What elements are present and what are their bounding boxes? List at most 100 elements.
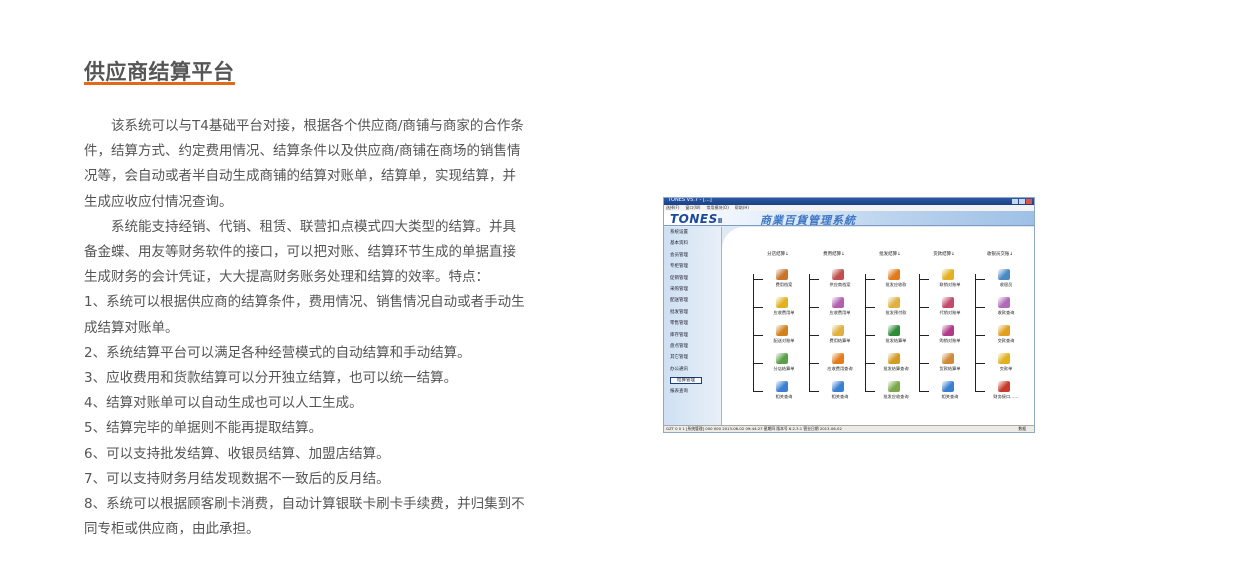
flow-node[interactable]: 分店结算单 bbox=[750, 353, 806, 379]
card-icon[interactable] bbox=[832, 297, 844, 308]
box-icon[interactable] bbox=[832, 353, 844, 364]
flow-node[interactable]: 应收费用单 bbox=[806, 297, 862, 323]
title-underline bbox=[84, 82, 235, 85]
sidebar-item[interactable]: 专柜管理 bbox=[664, 261, 721, 272]
sidebar-item[interactable]: 零售管理 bbox=[664, 318, 721, 329]
flow-connector-tick bbox=[865, 363, 875, 364]
flow-node[interactable]: 代销对账单 bbox=[916, 297, 972, 323]
flow-connector-tick bbox=[919, 335, 929, 336]
sidebar-item[interactable]: 促销管理 bbox=[664, 273, 721, 284]
stack-icon[interactable] bbox=[888, 381, 900, 392]
flow-connector-tick bbox=[975, 279, 985, 280]
flow-connector-tick bbox=[865, 279, 875, 280]
magnifier-icon[interactable] bbox=[776, 381, 788, 392]
sidebar-item[interactable]: 办公通讯 bbox=[664, 364, 721, 375]
pen-icon[interactable] bbox=[832, 325, 844, 336]
paragraph: 8、系统可以根据顾客刷卡消费，自动计算银联卡刷卡手续费，并归集到不同专柜或供应商… bbox=[84, 496, 525, 538]
flow-node-label: 收银员 bbox=[999, 282, 1013, 287]
flow-connector-tick bbox=[975, 391, 985, 392]
money-icon[interactable] bbox=[998, 353, 1010, 364]
chart-icon[interactable] bbox=[998, 297, 1010, 308]
flow-column: 批发结算↓ 批发应收款 批发预付款 批发结算单 批发结算查询 批发应收查询 bbox=[862, 251, 918, 399]
sidebar-item[interactable]: 系统设置 bbox=[664, 227, 721, 238]
flow-node[interactable]: 购销对账单 bbox=[916, 325, 972, 351]
statusbar-right: 数据 bbox=[1018, 426, 1026, 431]
flow-node[interactable]: 供应商档案 bbox=[806, 269, 862, 295]
flow-node[interactable]: 收银员 bbox=[972, 269, 1028, 295]
maximize-icon[interactable] bbox=[1019, 199, 1025, 204]
folder-icon[interactable] bbox=[776, 297, 788, 308]
magnifier-icon[interactable] bbox=[942, 381, 954, 392]
stack-icon[interactable] bbox=[888, 353, 900, 364]
sidebar-item-label: 批发管理 bbox=[670, 309, 688, 315]
flow-connector-tick bbox=[975, 363, 985, 364]
book-icon[interactable] bbox=[942, 297, 954, 308]
sidebar-item[interactable]: 采购管理 bbox=[664, 284, 721, 295]
flow-node[interactable]: 应收费用单 bbox=[750, 297, 806, 323]
flow-connector-tick bbox=[919, 307, 929, 308]
sidebar-item[interactable]: 库存管理 bbox=[664, 330, 721, 341]
flow-connector-tick bbox=[809, 335, 819, 336]
flow-node[interactable]: 交款单 bbox=[972, 353, 1028, 379]
flow-node-label: 供应商档案 bbox=[829, 282, 851, 287]
flow-node[interactable]: 交款查询 bbox=[972, 325, 1028, 351]
sidebar-item-label: 办公通讯 bbox=[670, 366, 688, 372]
close-icon[interactable] bbox=[1026, 199, 1032, 204]
flow-node[interactable]: 收款查询 bbox=[972, 297, 1028, 323]
flow-connector-tick bbox=[809, 307, 819, 308]
flow-node[interactable]: 货款结算单 bbox=[916, 353, 972, 379]
disc-icon[interactable] bbox=[888, 325, 900, 336]
sidebar-item[interactable]: 批发管理 bbox=[664, 307, 721, 318]
sidebar-item[interactable]: 会员管理 bbox=[664, 250, 721, 261]
flow-connector-tick bbox=[865, 307, 875, 308]
flow-node[interactable]: 批发结算单 bbox=[862, 325, 918, 351]
books-icon[interactable] bbox=[776, 269, 788, 280]
crate-icon[interactable] bbox=[776, 325, 788, 336]
people-icon[interactable] bbox=[832, 269, 844, 280]
flow-connector-tick bbox=[865, 391, 875, 392]
paragraph: 4、结算对账单可以自动生成也可以人工生成。 bbox=[84, 395, 363, 412]
sidebar-item[interactable]: 盘点管理 bbox=[664, 341, 721, 352]
cube-icon[interactable] bbox=[776, 353, 788, 364]
sidebar-item[interactable]: 结算管理 bbox=[664, 375, 721, 386]
article-body: 该系统可以与T4基础平台对接，根据各个供应商/商铺与商家的合作条件，结算方式、约… bbox=[84, 114, 529, 542]
users-icon[interactable] bbox=[998, 269, 1010, 280]
sidebar-item[interactable]: 配送管理 bbox=[664, 295, 721, 306]
flag-icon[interactable] bbox=[888, 269, 900, 280]
paragraph: 1、系统可以根据供应商的结算条件，费用情况、销售情况自动或者手动生成结算对账单。 bbox=[84, 294, 525, 336]
pen-icon[interactable] bbox=[888, 297, 900, 308]
book-icon[interactable] bbox=[942, 325, 954, 336]
flow-node-label: 批发应收款 bbox=[885, 282, 907, 287]
flow-connector-tick bbox=[865, 335, 875, 336]
hand-icon[interactable] bbox=[942, 353, 954, 364]
flow-connector-tick bbox=[753, 279, 763, 280]
flow-node[interactable]: 财务接口…… bbox=[972, 381, 1028, 407]
coins-icon[interactable] bbox=[942, 269, 954, 280]
flow-node[interactable]: 费用档案 bbox=[750, 269, 806, 295]
sidebar-item[interactable]: 报表查询 bbox=[664, 386, 721, 397]
flow-node[interactable]: 配送对账单 bbox=[750, 325, 806, 351]
minimize-icon[interactable] bbox=[1012, 199, 1018, 204]
flow-node[interactable]: 联销对账单 bbox=[916, 269, 972, 295]
sidebar-item[interactable]: 其它管理 bbox=[664, 352, 721, 363]
flow-node[interactable]: 批发应收款 bbox=[862, 269, 918, 295]
flow-node[interactable]: 相关查询 bbox=[916, 381, 972, 407]
flow-node[interactable]: 批发应收查询 bbox=[862, 381, 918, 407]
flow-node-label: 应收费用单 bbox=[829, 310, 851, 315]
sidebar-item-label: 促销管理 bbox=[670, 275, 688, 281]
magnifier-icon[interactable] bbox=[832, 381, 844, 392]
globe-icon[interactable] bbox=[998, 325, 1010, 336]
sidebar-item-label: 专柜管理 bbox=[670, 264, 688, 270]
flow-node[interactable]: 相关查询 bbox=[750, 381, 806, 407]
flow-node[interactable]: 应收费用查询 bbox=[806, 353, 862, 379]
flow-node-label: 批发预付款 bbox=[885, 310, 907, 315]
flow-node[interactable]: 批发结算查询 bbox=[862, 353, 918, 379]
pens-icon[interactable] bbox=[998, 381, 1010, 392]
flow-node[interactable]: 费用结算单 bbox=[806, 325, 862, 351]
flow-node-label: 相关查询 bbox=[831, 394, 849, 399]
sidebar-item[interactable]: 基本资料 bbox=[664, 238, 721, 249]
sidebar-item-label: 采购管理 bbox=[670, 286, 688, 292]
flow-node[interactable]: 相关查询 bbox=[806, 381, 862, 407]
software-screenshot: TONES V5.7 - [...] 选择(F) 窗口(W) 常用模块(O) 帮助(H… bbox=[663, 197, 1035, 433]
flow-node[interactable]: 批发预付款 bbox=[862, 297, 918, 323]
